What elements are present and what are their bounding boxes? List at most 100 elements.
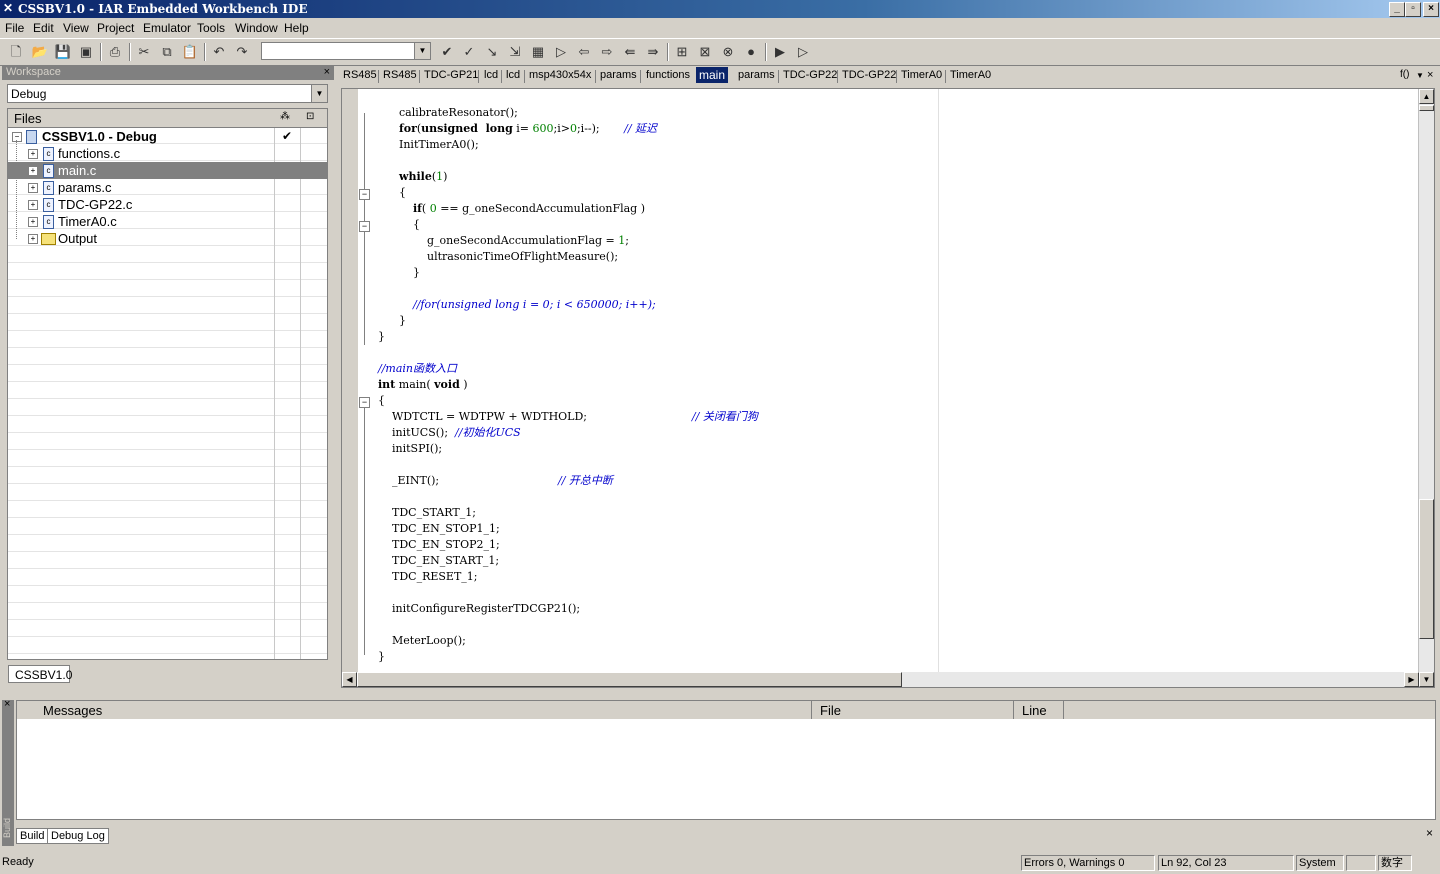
messages-list[interactable]: Messages File Line <box>16 700 1436 820</box>
expand-icon[interactable]: + <box>28 149 38 159</box>
prev-error-icon[interactable]: ⇚ <box>621 43 639 61</box>
menu-help[interactable]: Help <box>284 21 309 35</box>
scroll-down-icon[interactable]: ▼ <box>1419 672 1434 687</box>
expand-icon[interactable]: + <box>28 166 38 176</box>
tab-rs485[interactable]: RS485 <box>343 69 377 81</box>
debug-without-download-icon[interactable]: ▷ <box>794 43 812 61</box>
chevron-down-icon[interactable]: ▼ <box>1416 71 1424 80</box>
undo-icon[interactable]: ↶ <box>210 43 228 61</box>
toggle-bookmark-icon[interactable]: ✔ <box>438 43 456 61</box>
vertical-scrollbar[interactable]: ▲ ▼ <box>1418 89 1434 687</box>
make-icon[interactable]: ⊠ <box>696 43 714 61</box>
tree-item-timera0[interactable]: + c TimerA0.c <box>8 213 327 230</box>
close-icon[interactable]: × <box>324 66 330 78</box>
tab-functions[interactable]: functions <box>646 69 690 81</box>
tab-tdc-gp21[interactable]: TDC-GP21 <box>424 69 478 81</box>
menu-file[interactable]: File <box>5 21 24 35</box>
tab-lcd-2[interactable]: lcd <box>506 69 520 81</box>
nav-forward-icon[interactable]: ▷ <box>552 43 570 61</box>
fold-icon[interactable]: − <box>359 397 370 408</box>
tree-item-params[interactable]: + c params.c <box>8 179 327 196</box>
tab-rs485-2[interactable]: RS485 <box>383 69 417 81</box>
copy-icon[interactable]: ⧉ <box>158 43 176 61</box>
configuration-select[interactable]: Debug ▼ <box>7 84 328 103</box>
new-file-icon[interactable]: 🗋 <box>7 43 25 61</box>
tab-build[interactable]: Build <box>16 828 49 844</box>
minimize-button[interactable]: _ <box>1389 2 1405 17</box>
menu-view[interactable]: View <box>63 21 89 35</box>
close-icon[interactable]: × <box>1426 826 1433 840</box>
tab-timera0[interactable]: TimerA0 <box>901 69 942 81</box>
find-in-files-icon[interactable]: ⇲ <box>506 43 524 61</box>
tree-item-main[interactable]: + c main.c <box>8 162 327 179</box>
expand-icon[interactable]: + <box>28 234 38 244</box>
save-all-icon[interactable]: ▣ <box>77 43 95 61</box>
goto-definition-icon[interactable]: ↘ <box>483 43 501 61</box>
expand-icon[interactable]: + <box>28 183 38 193</box>
expand-icon[interactable]: + <box>28 200 38 210</box>
breakpoint-icon[interactable]: ● <box>742 43 760 61</box>
close-icon[interactable]: × <box>1427 69 1433 81</box>
nav-next-icon[interactable]: ⇨ <box>598 43 616 61</box>
chevron-down-icon[interactable]: ▼ <box>414 43 430 59</box>
split-handle[interactable] <box>1419 105 1434 111</box>
horizontal-scroll-thumb[interactable] <box>357 672 902 687</box>
tree-item-project[interactable]: − CSSBV1.0 - Debug ✔ <box>8 128 327 145</box>
paste-icon[interactable]: 📋 <box>181 43 199 61</box>
tab-msp430x54x[interactable]: msp430x54x <box>529 69 591 81</box>
close-icon[interactable]: × <box>4 698 10 710</box>
function-list-button[interactable]: f() <box>1400 69 1409 80</box>
menu-project[interactable]: Project <box>97 21 134 35</box>
open-folder-icon[interactable]: 📂 <box>31 43 49 61</box>
column-line[interactable]: Line <box>1014 701 1064 719</box>
tree-item-label: main.c <box>58 163 97 178</box>
editor-gutter[interactable] <box>342 89 358 673</box>
stop-build-icon[interactable]: ⊗ <box>719 43 737 61</box>
tree-item-output[interactable]: + Output <box>8 230 327 247</box>
tab-timera0-2[interactable]: TimerA0 <box>950 69 991 81</box>
cut-icon[interactable]: ✂ <box>135 43 153 61</box>
redo-icon[interactable]: ↷ <box>233 43 251 61</box>
tab-params-2[interactable]: params <box>738 69 775 81</box>
tab-tdc-gp22[interactable]: TDC-GP22 <box>783 69 837 81</box>
menu-edit[interactable]: Edit <box>33 21 54 35</box>
next-bookmark-icon[interactable]: ✓ <box>460 43 478 61</box>
scroll-up-icon[interactable]: ▲ <box>1419 89 1434 104</box>
expand-icon[interactable]: + <box>28 217 38 227</box>
vertical-scroll-thumb[interactable] <box>1419 499 1434 639</box>
fold-icon[interactable]: − <box>359 221 370 232</box>
download-debug-icon[interactable]: ▶ <box>771 43 789 61</box>
scroll-left-icon[interactable]: ◀ <box>342 672 357 687</box>
chevron-down-icon[interactable]: ▼ <box>311 85 327 102</box>
find-combo[interactable]: ▼ <box>261 42 431 60</box>
menu-window[interactable]: Window <box>235 21 278 35</box>
tab-params[interactable]: params <box>600 69 637 81</box>
title-bar[interactable]: ✕ CSSBV1.0 - IAR Embedded Workbench IDE … <box>0 0 1440 18</box>
compile-icon[interactable]: ⊞ <box>673 43 691 61</box>
horizontal-scrollbar[interactable]: ◀ ▶ ▼ <box>342 672 1434 687</box>
tab-tdc-gp22-2[interactable]: TDC-GP22 <box>842 69 896 81</box>
nav-back-icon[interactable]: ⇦ <box>575 43 593 61</box>
print-icon[interactable]: ⎙ <box>106 43 124 61</box>
menu-emulator[interactable]: Emulator <box>143 21 191 35</box>
tab-main[interactable]: main <box>696 67 729 83</box>
scroll-right-icon[interactable]: ▶ <box>1404 672 1419 687</box>
save-icon[interactable]: 💾 <box>54 43 72 61</box>
workspace-tab[interactable]: CSSBV1.0 <box>8 665 72 683</box>
next-error-icon[interactable]: ⇛ <box>644 43 662 61</box>
column-file[interactable]: File <box>812 701 1014 719</box>
tree-item-functions[interactable]: + c functions.c <box>8 145 327 162</box>
overview-icon[interactable]: ⊡ <box>306 111 314 122</box>
close-button[interactable]: × <box>1423 2 1439 17</box>
build-window-handle[interactable]: × Build <box>2 698 14 846</box>
options-icon[interactable]: ⁂ <box>280 111 290 122</box>
menu-tools[interactable]: Tools <box>197 21 225 35</box>
navigate-icon[interactable]: ▦ <box>529 43 547 61</box>
fold-icon[interactable]: − <box>359 189 370 200</box>
tab-debug-log[interactable]: Debug Log <box>47 828 109 844</box>
tree-item-tdc-gp22[interactable]: + c TDC-GP22.c <box>8 196 327 213</box>
column-messages[interactable]: Messages <box>35 701 812 719</box>
tab-lcd[interactable]: lcd <box>484 69 498 81</box>
code-editor[interactable]: − − − calibrateResonator(); for(unsigned … <box>341 88 1435 688</box>
restore-button[interactable]: ▫ <box>1405 2 1421 17</box>
